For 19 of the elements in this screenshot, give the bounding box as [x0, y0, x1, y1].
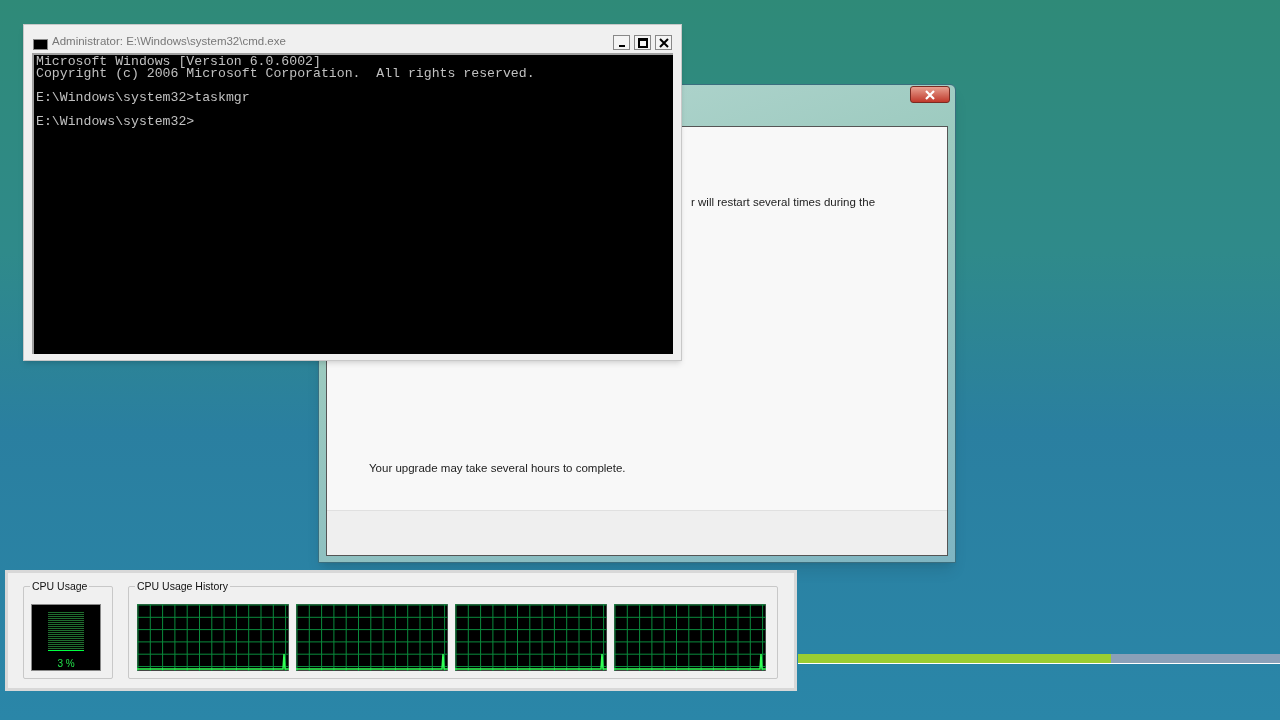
console-line: E:\Windows\system32>	[36, 116, 196, 128]
close-button[interactable]	[655, 35, 672, 50]
close-icon	[658, 37, 669, 48]
setup-message: r will restart several times during the	[691, 195, 876, 210]
maximize-button[interactable]	[634, 35, 651, 50]
window-title: Administrator: E:\Windows\system32\cmd.exe	[52, 33, 286, 49]
setup-note: Your upgrade may take several hours to complete.	[369, 461, 626, 476]
console-line: E:\Windows\system32>taskmgr	[36, 92, 251, 104]
console-line: Copyright (c) 2006 Microsoft Corporation. All rights reserved.	[36, 68, 536, 80]
maximize-icon	[637, 37, 648, 48]
console-line: Microsoft Windows [Version 6.0.6002]	[36, 56, 321, 68]
minimize-icon	[617, 45, 626, 47]
group-title: CPU Usage History	[135, 579, 231, 593]
close-icon	[924, 89, 936, 100]
cpu-percent: 3 %	[57, 658, 75, 670]
group-title: CPU Usage	[30, 579, 90, 593]
minimize-button[interactable]	[613, 35, 630, 50]
console-icon	[33, 39, 48, 50]
close-button[interactable]	[910, 86, 950, 103]
